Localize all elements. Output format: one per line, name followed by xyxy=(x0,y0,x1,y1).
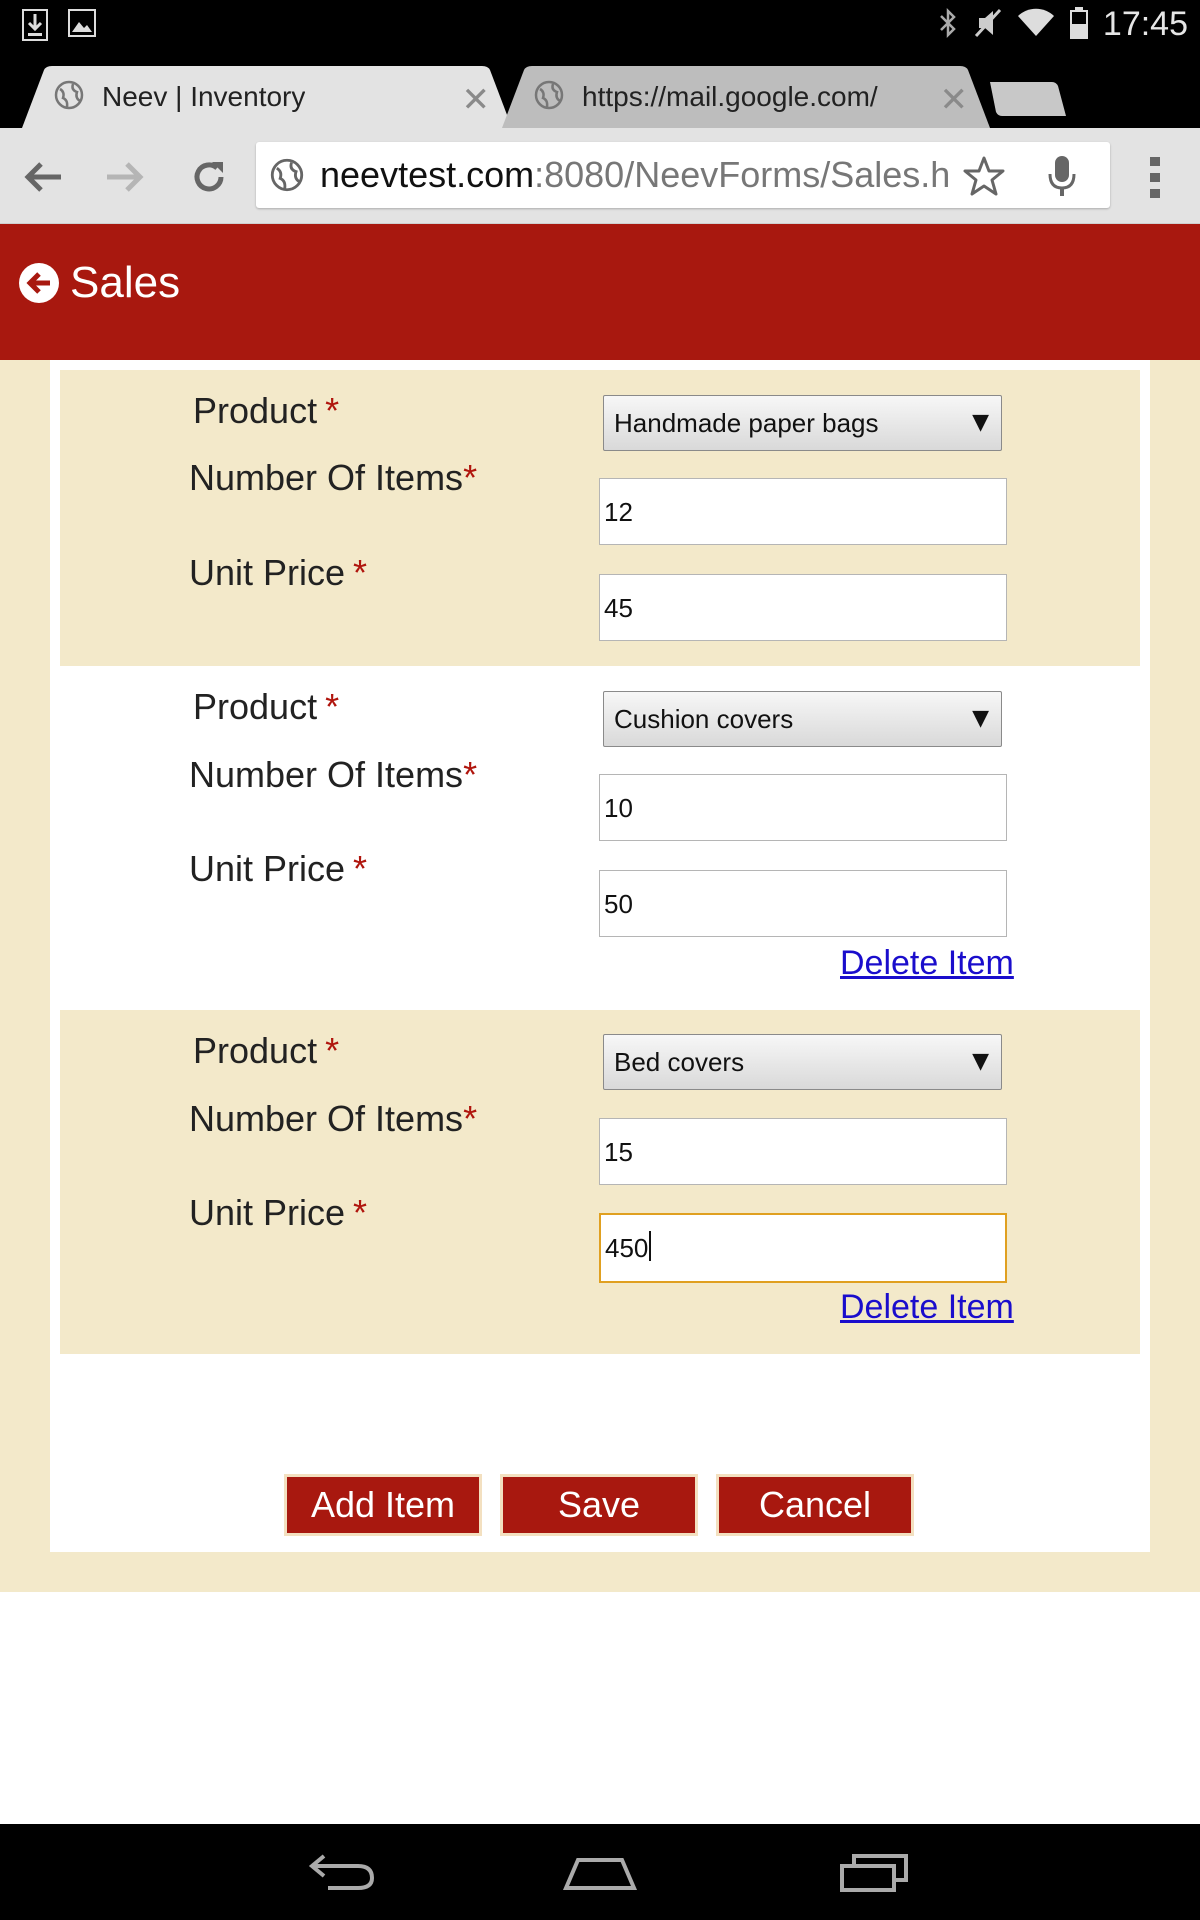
tab-gmail[interactable]: https://mail.google.com/ ✕ xyxy=(502,66,990,128)
dropdown-arrow-icon: ▼ xyxy=(972,706,989,731)
product-select[interactable]: Handmade paper bags ▼ xyxy=(603,395,1002,451)
sale-item-3: Product * Bed covers ▼ Number Of Items* 1… xyxy=(60,1010,1140,1354)
sale-item-2: Product * Cushion covers ▼ Number Of Item… xyxy=(60,666,1140,1010)
close-icon[interactable]: ✕ xyxy=(462,80,491,120)
tab-neev-inventory[interactable]: Neev | Inventory ✕ xyxy=(22,66,512,128)
reload-icon[interactable] xyxy=(184,152,234,202)
nav-recents-icon[interactable] xyxy=(814,1846,934,1898)
bluetooth-icon xyxy=(937,6,959,44)
number-of-items-field[interactable]: 15 xyxy=(599,1118,1007,1185)
tab-title: Neev | Inventory xyxy=(102,81,306,112)
browser-tab-strip: Neev | Inventory ✕ https://mail.google.c… xyxy=(0,50,1200,128)
star-icon[interactable] xyxy=(962,154,1006,198)
overflow-menu-icon[interactable] xyxy=(1130,152,1180,202)
unit-price-field[interactable]: 50 xyxy=(599,870,1007,937)
unit-price-label: Unit Price * xyxy=(189,552,368,593)
number-of-items-label: Number Of Items* xyxy=(189,1098,478,1139)
delete-item-link[interactable]: Delete Item xyxy=(840,944,1014,983)
url-host: neevtest.com xyxy=(320,154,535,195)
product-label: Product * xyxy=(193,1030,340,1071)
form-actions: Add Item Save Cancel xyxy=(50,1474,1150,1536)
nav-home-icon[interactable] xyxy=(540,1846,660,1898)
download-icon xyxy=(22,9,48,45)
delete-item-link[interactable]: Delete Item xyxy=(840,1288,1014,1327)
url-path: :8080/NeevForms/Sales.h xyxy=(534,154,951,195)
number-of-items-value: 10 xyxy=(604,793,633,823)
app-header: Sales xyxy=(0,224,1200,360)
back-circle-icon[interactable] xyxy=(18,262,60,304)
clock: 17:45 xyxy=(1102,5,1188,43)
unit-price-label: Unit Price * xyxy=(189,848,368,889)
number-of-items-field[interactable]: 12 xyxy=(599,478,1007,545)
address-bar[interactable]: neevtest.com:8080/NeevForms/Sales.h xyxy=(256,142,1110,208)
tab-title: https://mail.google.com/ xyxy=(582,81,878,112)
new-tab-button[interactable] xyxy=(988,80,1068,118)
back-arrow-icon[interactable] xyxy=(18,152,68,202)
product-selected-value: Bed covers xyxy=(614,1047,745,1077)
page-background: Product * Handmade paper bags ▼ Number Of… xyxy=(0,360,1200,1592)
unit-price-value: 45 xyxy=(604,593,633,623)
nav-back-icon[interactable] xyxy=(283,1846,403,1898)
battery-icon xyxy=(1069,6,1089,44)
product-select[interactable]: Bed covers ▼ xyxy=(603,1034,1002,1090)
globe-icon xyxy=(270,158,304,196)
number-of-items-label: Number Of Items* xyxy=(189,457,478,498)
wifi-icon xyxy=(1017,8,1055,42)
number-of-items-value: 12 xyxy=(604,497,633,527)
sales-form: Product * Handmade paper bags ▼ Number Of… xyxy=(50,360,1150,1552)
number-of-items-field[interactable]: 10 xyxy=(599,774,1007,841)
unit-price-field[interactable]: 45 xyxy=(599,574,1007,641)
cancel-button[interactable]: Cancel xyxy=(716,1474,914,1536)
product-select[interactable]: Cushion covers ▼ xyxy=(603,691,1002,747)
number-of-items-label: Number Of Items* xyxy=(189,754,478,795)
unit-price-field[interactable]: 450 xyxy=(599,1213,1007,1283)
number-of-items-value: 15 xyxy=(604,1137,633,1167)
unit-price-label: Unit Price * xyxy=(189,1192,368,1233)
globe-icon xyxy=(534,80,564,114)
page-title: Sales xyxy=(70,258,181,307)
image-icon xyxy=(68,9,96,45)
forward-arrow-icon[interactable] xyxy=(100,152,150,202)
save-button[interactable]: Save xyxy=(500,1474,698,1536)
mute-icon xyxy=(973,6,1003,44)
system-nav-bar xyxy=(0,1824,1200,1920)
globe-icon xyxy=(54,80,84,114)
status-bar: 17:45 xyxy=(0,0,1200,50)
product-label: Product * xyxy=(193,390,340,431)
close-icon[interactable]: ✕ xyxy=(940,80,969,120)
microphone-icon[interactable] xyxy=(1046,154,1078,202)
url-text: neevtest.com:8080/NeevForms/Sales.h xyxy=(320,154,1000,196)
unit-price-value: 450 xyxy=(605,1233,649,1263)
product-label: Product * xyxy=(193,686,340,727)
browser-toolbar: neevtest.com:8080/NeevForms/Sales.h xyxy=(0,128,1200,224)
sale-item-1: Product * Handmade paper bags ▼ Number Of… xyxy=(60,370,1140,666)
unit-price-value: 50 xyxy=(604,889,633,919)
product-selected-value: Cushion covers xyxy=(614,704,794,734)
dropdown-arrow-icon: ▼ xyxy=(972,1049,989,1074)
product-selected-value: Handmade paper bags xyxy=(614,408,879,438)
text-caret xyxy=(649,1231,651,1261)
dropdown-arrow-icon: ▼ xyxy=(972,410,989,435)
add-item-button[interactable]: Add Item xyxy=(284,1474,482,1536)
